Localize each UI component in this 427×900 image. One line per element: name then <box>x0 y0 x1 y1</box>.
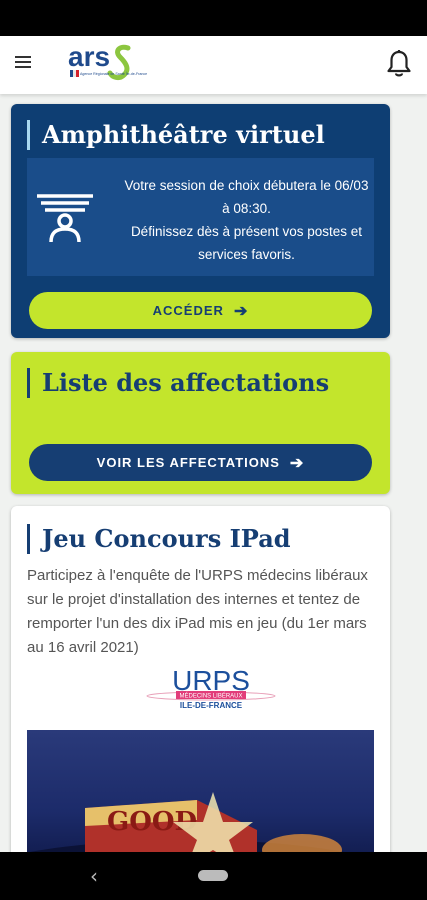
affectations-card: Liste des affectations VOIR LES AFFECTAT… <box>11 352 390 494</box>
back-icon[interactable]: ‹ <box>90 864 98 888</box>
hamburger-menu-icon[interactable] <box>15 56 35 72</box>
urps-logo: URPS MÉDECINS LIBÉRAUX ILE-DE-FRANCE <box>146 665 276 710</box>
voir-affectations-button[interactable]: VOIR LES AFFECTATIONS ➔ <box>29 444 372 481</box>
status-bar <box>0 0 427 36</box>
app-bar <box>0 36 427 94</box>
notification-bell-icon[interactable] <box>385 49 413 79</box>
jeu-concours-title: Jeu Concours IPad <box>27 524 291 554</box>
system-nav-bar: ‹ <box>0 852 427 900</box>
svg-text:ars: ars <box>68 42 110 72</box>
acceder-button[interactable]: ACCÉDER ➔ <box>29 292 372 329</box>
arrow-right-icon: ➔ <box>289 454 305 472</box>
arrow-right-icon: ➔ <box>233 302 249 320</box>
amphitheatre-card: Amphithéâtre virtuel Votre session de ch… <box>11 104 390 338</box>
svg-text:Agence Régionale de Santé Île-: Agence Régionale de Santé Île-de-France <box>80 72 147 76</box>
jeu-concours-card[interactable]: Jeu Concours IPad Participez à l'enquête… <box>11 506 390 852</box>
jeu-concours-description: Participez à l'enquête de l'URPS médecin… <box>27 567 368 656</box>
session-text: Votre session de choix débutera le 06/03… <box>119 174 374 266</box>
ars-logo: ars Agence Régionale de Santé Île-de-Fra… <box>68 42 147 81</box>
jeu-concours-photo: GOOD <box>27 730 374 852</box>
session-info-box: Votre session de choix débutera le 06/03… <box>27 158 374 276</box>
svg-text:ILE-DE-FRANCE: ILE-DE-FRANCE <box>180 701 243 710</box>
voir-affectations-button-label: VOIR LES AFFECTATIONS <box>96 455 280 470</box>
amphitheatre-icon <box>37 194 93 243</box>
main-content: Amphithéâtre virtuel Votre session de ch… <box>0 94 427 852</box>
session-start-text: Votre session de choix débutera le 06/03… <box>124 178 369 216</box>
acceder-button-label: ACCÉDER <box>152 303 224 318</box>
home-pill-icon[interactable] <box>198 870 228 881</box>
session-instructions-text: Définissez dès à présent vos postes et s… <box>130 224 363 262</box>
svg-text:MÉDECINS LIBÉRAUX: MÉDECINS LIBÉRAUX <box>179 693 242 700</box>
affectations-title: Liste des affectations <box>27 368 329 398</box>
amphitheatre-title: Amphithéâtre virtuel <box>27 120 325 150</box>
